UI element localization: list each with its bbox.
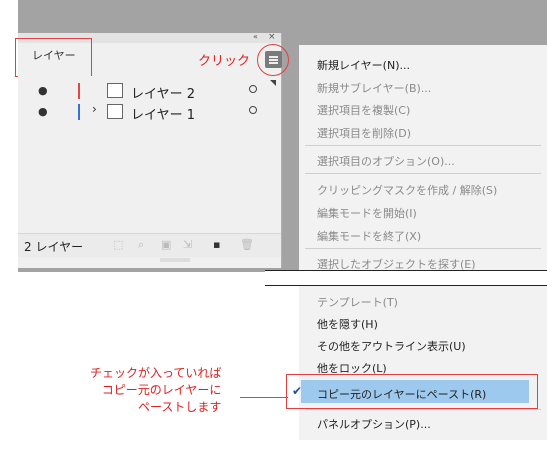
trash-icon[interactable]: 🗑 (240, 238, 254, 251)
menu-item-clipping-mask[interactable]: クリッピングマスクを作成 / 解除(S) (317, 182, 497, 198)
panel-footer: 2 レイヤー ⬚ ⌕ ▣ ⇲ ▪ 🗑 (18, 233, 281, 257)
layer-row[interactable]: ● › レイヤー 1 (18, 101, 280, 123)
menu-separator (305, 173, 541, 174)
export-icon[interactable]: ⬚ (113, 238, 123, 251)
layer-thumbnail (107, 104, 123, 119)
hamburger-icon (269, 56, 278, 58)
new-layer-icon[interactable]: ▪ (213, 238, 220, 251)
menu-item-new-sublayer[interactable]: 新規サブレイヤー(B)... (317, 80, 431, 96)
menu-item-options[interactable]: 選択項目のオプション(O)... (317, 153, 455, 169)
clipping-mask-icon[interactable]: ▣ (161, 238, 171, 251)
search-icon[interactable]: ⌕ (138, 238, 144, 252)
target-circle-icon[interactable] (249, 106, 257, 114)
hamburger-line (269, 62, 278, 64)
menu-separator (305, 145, 541, 146)
hamburger-line (269, 59, 278, 61)
visibility-eye-icon[interactable]: ● (38, 84, 48, 97)
cut-line-bottom (265, 285, 547, 286)
screenshot-canvas: « × レイヤー クリック ● レイヤー 2 ● › レイヤー 1 2 レイヤー… (0, 0, 547, 453)
layer-count: 2 レイヤー (24, 240, 84, 254)
layer-name[interactable]: レイヤー 1 (131, 104, 195, 123)
target-circle-icon[interactable] (249, 85, 257, 93)
menu-separator (305, 409, 541, 410)
menu-item-outline-others[interactable]: その他をアウトライン表示(U) (317, 338, 466, 354)
layer-thumbnail (107, 83, 123, 98)
menu-item-enter-isolation[interactable]: 編集モードを開始(I) (317, 205, 417, 221)
menu-item-hide-others[interactable]: 他を隠す(H) (317, 316, 378, 332)
layer-name[interactable]: レイヤー 2 (131, 83, 195, 102)
resize-handle[interactable] (160, 258, 190, 262)
expand-chevron-icon[interactable]: › (92, 102, 97, 116)
note-line: ペーストします (138, 400, 222, 414)
note-line: チェックが入っていれば (90, 366, 222, 380)
menu-item-duplicate[interactable]: 選択項目を複製(C) (317, 102, 410, 118)
menu-separator (305, 248, 541, 249)
layer-color-bar (78, 104, 80, 120)
layer-color-bar (78, 83, 80, 99)
menu-item-new-layer[interactable]: 新規レイヤー(N)... (317, 57, 410, 73)
selected-item-highlight-box (286, 374, 538, 409)
menu-item-panel-options[interactable]: パネルオプション(P)... (317, 416, 431, 432)
menu-item-exit-isolation[interactable]: 編集モードを終了(X) (317, 228, 421, 244)
screenshot-cut-gap (265, 271, 547, 285)
panel-menu-button[interactable] (265, 51, 282, 68)
tab-highlight-box (15, 38, 92, 77)
note-line: コピー元のレイヤーに (101, 383, 222, 397)
new-sublayer-icon[interactable]: ⇲ (183, 238, 192, 251)
close-icon[interactable]: × (268, 32, 276, 42)
layer-row[interactable]: ● レイヤー 2 (18, 80, 280, 102)
collapse-icon[interactable]: « (253, 32, 258, 41)
cut-line-top (265, 270, 547, 271)
click-annotation: クリック (198, 54, 251, 69)
annotation-note: チェックが入っていれば コピー元のレイヤーに ペーストします (90, 365, 221, 416)
menu-item-delete[interactable]: 選択項目を削除(D) (317, 125, 411, 141)
menu-item-template[interactable]: テンプレート(T) (317, 294, 398, 310)
visibility-eye-icon[interactable]: ● (38, 105, 48, 118)
annotation-connector (240, 397, 288, 398)
